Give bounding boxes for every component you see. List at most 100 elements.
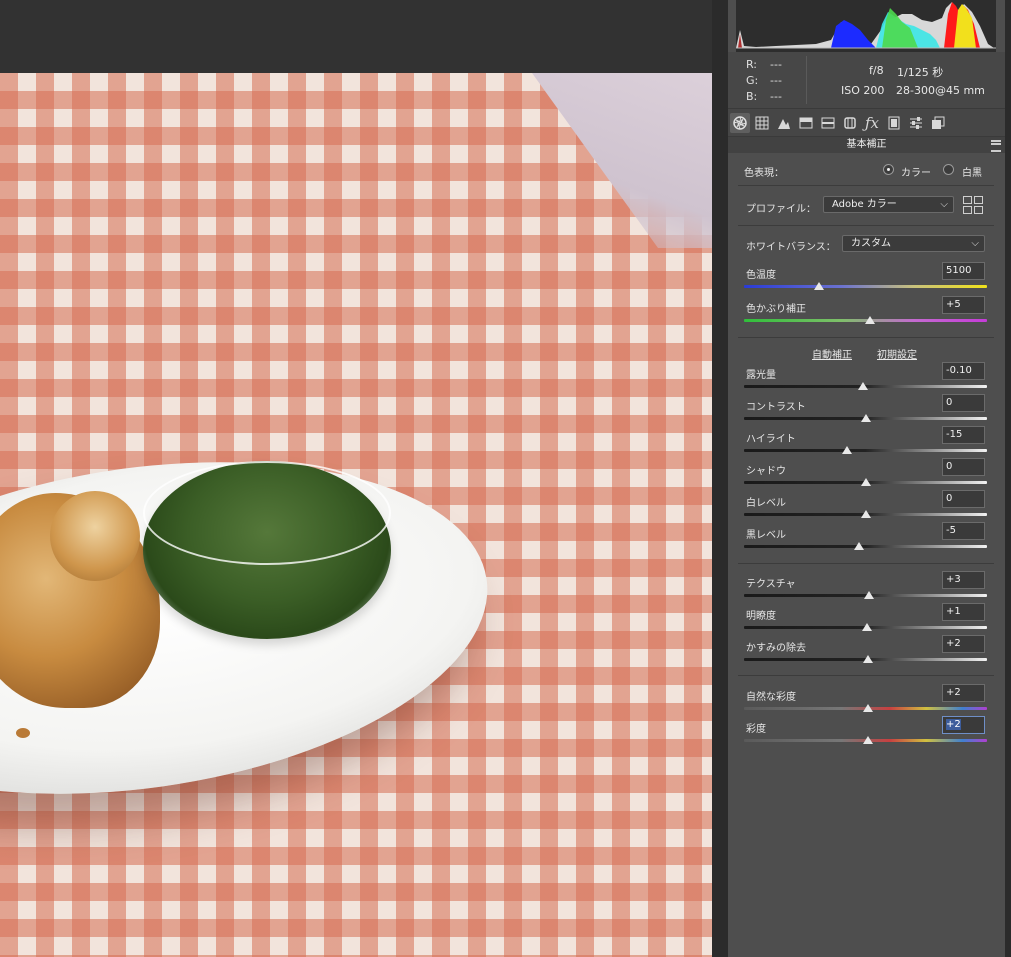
whites-value-field[interactable]: 0 [942, 490, 985, 508]
whites-label: 白レベル [746, 498, 786, 509]
b-label: B: [746, 90, 758, 103]
divider [738, 337, 994, 338]
divider [738, 675, 994, 676]
chevron-down-icon: ⌵ [940, 199, 948, 210]
divider [738, 185, 994, 186]
image-canvas[interactable] [0, 0, 720, 957]
shadows-value-field[interactable]: 0 [942, 458, 985, 476]
saturation-value: +2 [946, 719, 961, 730]
exposure-value-field[interactable]: -0.10 [942, 362, 985, 380]
highlights-label: ハイライト [746, 434, 796, 445]
photo-crumb [16, 728, 30, 738]
shadows-label: シャドウ [746, 466, 786, 477]
r-label: R: [746, 58, 758, 71]
texture-value: +3 [946, 574, 961, 585]
highlights-value: -15 [946, 429, 963, 440]
treatment-bw-label[interactable]: 白黒 [962, 164, 982, 179]
contrast-slider-thumb[interactable] [860, 414, 871, 422]
tone-curve-grid-icon[interactable] [752, 113, 772, 133]
saturation-slider-thumb[interactable] [862, 736, 873, 744]
vibrance-value-field[interactable]: +2 [942, 684, 985, 702]
dehaze-value-field[interactable]: +2 [942, 635, 985, 653]
blacks-value-field[interactable]: -5 [942, 522, 985, 540]
saturation-label: 彩度 [746, 724, 766, 735]
exposure-slider-thumb[interactable] [858, 382, 869, 390]
contrast-value-field[interactable]: 0 [942, 394, 985, 412]
info-readout: R: --- G: --- B: --- f/8 1/125 秒 ISO 200… [728, 52, 1005, 108]
panel-tab-bar: ƒx [728, 108, 1005, 137]
dehaze-slider-thumb[interactable] [862, 655, 873, 663]
info-divider [806, 56, 807, 104]
exif-iso: ISO 200 [841, 84, 885, 97]
whites-slider-thumb[interactable] [860, 510, 871, 518]
exif-lens: 28-300@45 mm [896, 84, 985, 97]
panel-menu-icon[interactable] [991, 140, 1001, 152]
photo-preview[interactable] [0, 73, 712, 957]
vibrance-value: +2 [946, 687, 961, 698]
default-button[interactable]: 初期設定 [877, 346, 917, 361]
temp-slider-thumb[interactable] [814, 282, 825, 290]
g-label: G: [746, 74, 759, 87]
temp-value-field[interactable]: 5100 [942, 262, 985, 280]
treatment-color-label[interactable]: カラー [901, 164, 931, 179]
treatment-bw-radio[interactable] [943, 164, 954, 175]
blacks-slider-track[interactable] [744, 545, 987, 548]
profile-dropdown[interactable]: Adobe カラー ⌵ [823, 196, 954, 213]
photo-background-wall [532, 73, 712, 248]
shadows-value: 0 [946, 461, 953, 472]
exif-aperture: f/8 [869, 64, 884, 77]
clarity-label: 明瞭度 [746, 611, 776, 622]
divider [738, 563, 994, 564]
snapshots-icon[interactable] [928, 113, 948, 133]
calibration-film-icon[interactable] [884, 113, 904, 133]
panel-edge [1005, 0, 1011, 957]
exposure-label: 露光量 [746, 370, 776, 381]
texture-label: テクスチャ [746, 579, 796, 590]
effects-fx-icon[interactable]: ƒx [862, 113, 882, 133]
highlights-value-field[interactable]: -15 [942, 426, 985, 444]
temp-label: 色温度 [746, 270, 776, 281]
photo-fried-chicken-top [50, 491, 140, 581]
section-title: 基本補正 [846, 139, 887, 150]
profile-label: プロファイル： [746, 204, 816, 215]
vibrance-slider-thumb[interactable] [862, 704, 873, 712]
highlights-slider-track[interactable] [744, 449, 987, 452]
vibrance-label: 自然な彩度 [746, 692, 796, 703]
texture-slider-thumb[interactable] [864, 591, 875, 599]
temp-value: 5100 [946, 265, 972, 276]
split-toning-icon[interactable] [818, 113, 838, 133]
panel-gutter [712, 0, 728, 957]
blacks-slider-thumb[interactable] [854, 542, 865, 550]
profile-value: Adobe カラー [832, 199, 897, 210]
blacks-label: 黒レベル [746, 530, 786, 541]
clarity-value: +1 [946, 606, 961, 617]
clarity-slider-thumb[interactable] [861, 623, 872, 631]
b-value: --- [770, 90, 782, 103]
wb-value: カスタム [851, 238, 891, 249]
clarity-value-field[interactable]: +1 [942, 603, 985, 621]
shadows-slider-thumb[interactable] [860, 478, 871, 486]
presets-sliders-icon[interactable] [906, 113, 926, 133]
divider [738, 225, 994, 226]
lens-corrections-icon[interactable] [840, 113, 860, 133]
tint-value-field[interactable]: +5 [942, 296, 985, 314]
treatment-color-radio[interactable] [883, 164, 894, 175]
contrast-value: 0 [946, 397, 953, 408]
hsl-split-icon[interactable] [796, 113, 816, 133]
contrast-label: コントラスト [746, 402, 806, 413]
tint-label: 色かぶり補正 [746, 304, 806, 315]
detail-mountain-icon[interactable] [774, 113, 794, 133]
wb-dropdown[interactable]: カスタム ⌵ [842, 235, 985, 252]
profile-browser-grid-icon[interactable] [963, 196, 983, 214]
saturation-value-field[interactable]: +2 [942, 716, 985, 734]
adjustment-panel: R: --- G: --- B: --- f/8 1/125 秒 ISO 200… [728, 0, 1005, 957]
auto-button[interactable]: 自動補正 [812, 346, 852, 361]
texture-value-field[interactable]: +3 [942, 571, 985, 589]
g-value: --- [770, 74, 782, 87]
tint-slider-thumb[interactable] [865, 316, 876, 324]
treatment-label: 色表現： [744, 168, 784, 179]
temp-slider-track[interactable] [744, 285, 987, 288]
basic-tab-aperture-icon[interactable] [730, 113, 750, 133]
highlights-slider-thumb[interactable] [842, 446, 853, 454]
histogram [736, 0, 996, 52]
